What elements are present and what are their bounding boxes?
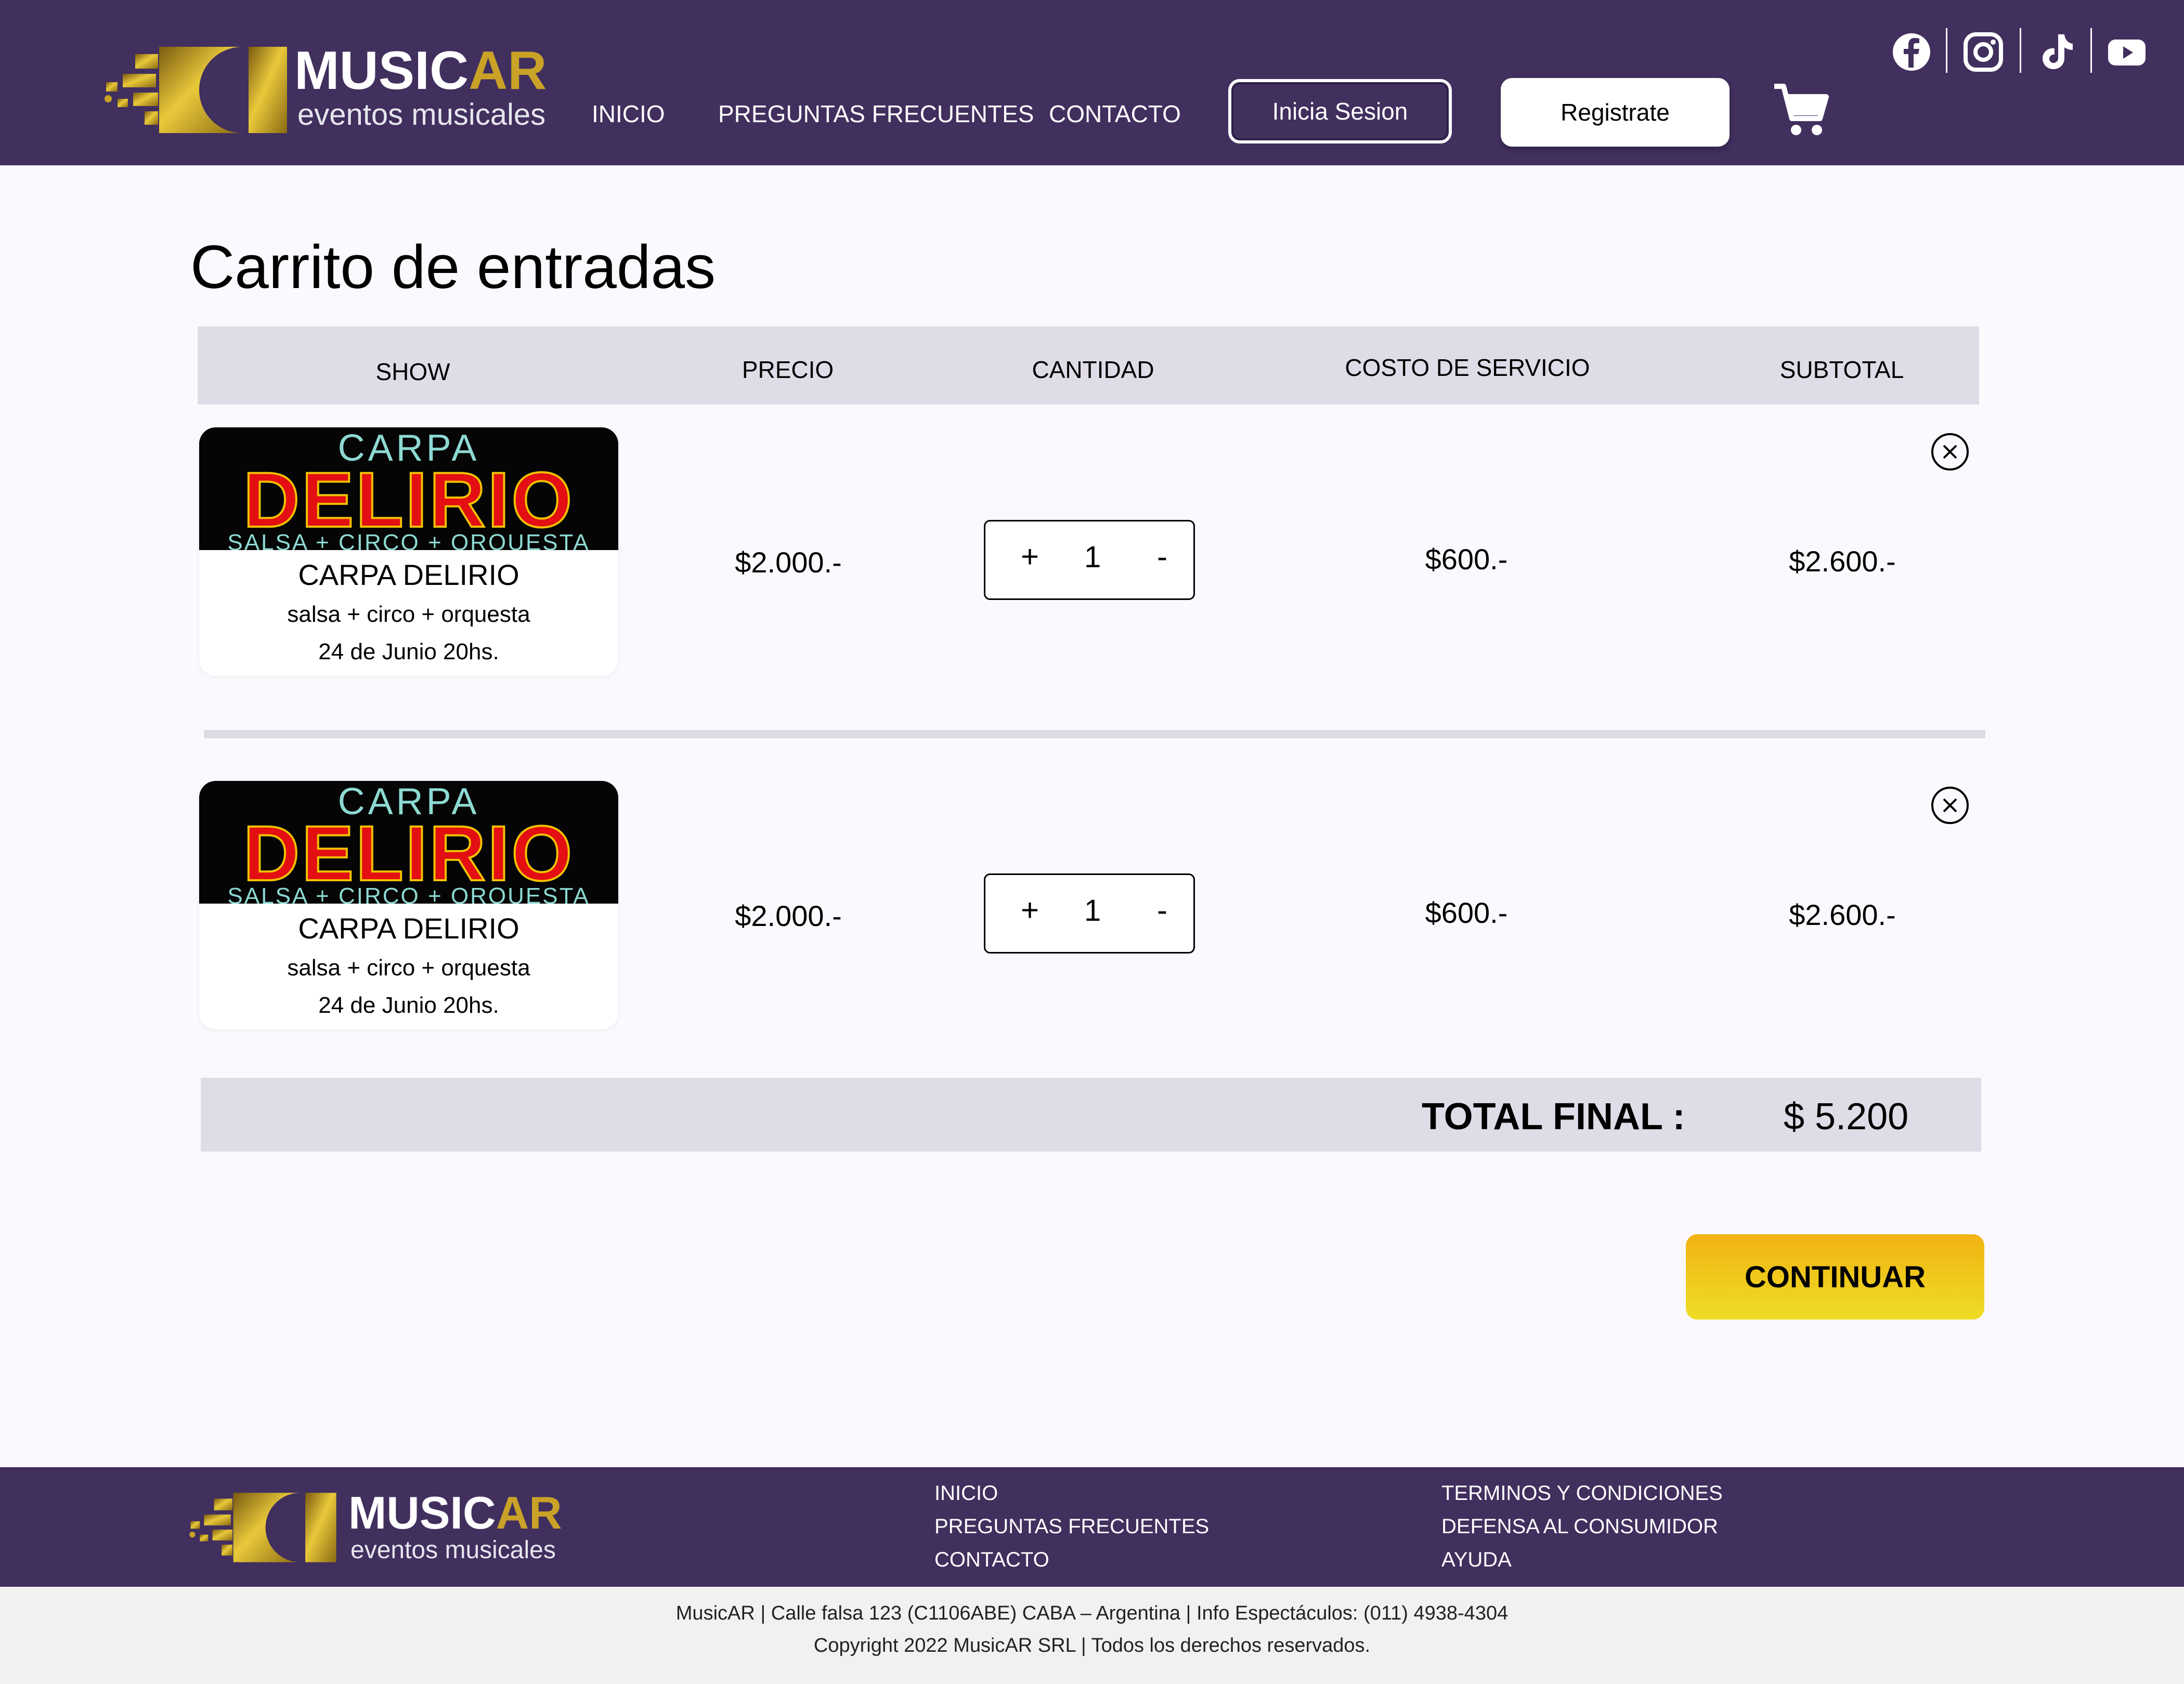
row-divider: [204, 730, 1985, 738]
youtube-icon[interactable]: [2106, 31, 2148, 73]
nav-contacto[interactable]: CONTACTO: [1049, 102, 1181, 126]
item-price: $2.000.-: [735, 899, 842, 932]
login-button[interactable]: Inicia Sesion: [1228, 79, 1452, 143]
show-description: salsa + circo + orquesta: [287, 602, 530, 627]
cart-item-row: CARPA DELIRIO SALSA + CIRCO + ORQUESTA C…: [198, 427, 1981, 677]
shopping-cart-icon[interactable]: [1771, 81, 1829, 139]
column-header-precio: PRECIO: [742, 356, 834, 383]
cart-item-row: CARPA DELIRIO SALSA + CIRCO + ORQUESTA C…: [198, 781, 1981, 1030]
column-header-costo-servicio: COSTO DE SERVICIO: [1345, 354, 1590, 381]
continue-button[interactable]: CONTINUAR: [1686, 1234, 1984, 1320]
footer-bottom-bar: MusicAR | Calle falsa 123 (C1106ABE) CAB…: [0, 1587, 2184, 1684]
site-footer: MUSICAR eventos musicales INICIO PREGUNT…: [0, 1467, 2184, 1587]
quantity-value[interactable]: 1: [1084, 896, 1101, 926]
social-separator: [2020, 28, 2021, 73]
header-logo[interactable]: MUSICAR eventos musicales: [102, 43, 560, 136]
footer-link-preguntas-frecuentes[interactable]: PREGUNTAS FRECUENTES: [934, 1516, 1209, 1537]
footer-link-defensa-consumidor[interactable]: DEFENSA AL CONSUMIDOR: [1441, 1516, 1718, 1537]
social-separator: [2090, 28, 2092, 73]
footer-link-ayuda[interactable]: AYUDA: [1441, 1549, 1512, 1570]
total-value: $ 5.200: [1784, 1096, 1909, 1138]
nav-inicio[interactable]: INICIO: [592, 102, 665, 126]
footer-link-terminos[interactable]: TERMINOS Y CONDICIONES: [1441, 1483, 1723, 1504]
show-card[interactable]: CARPA DELIRIO SALSA + CIRCO + ORQUESTA C…: [199, 781, 618, 1029]
total-label: TOTAL FINAL :: [1422, 1096, 1685, 1138]
remove-item-icon[interactable]: [1931, 433, 1969, 471]
ticket-logo-icon: [105, 47, 287, 133]
poster-bottom-text: SALSA + CIRCO + ORQUESTA: [227, 530, 590, 551]
total-bar: [201, 1078, 1981, 1152]
column-header-cantidad: CANTIDAD: [1032, 356, 1154, 383]
quantity-increase-button[interactable]: +: [1021, 541, 1039, 572]
item-subtotal: $2.600.-: [1789, 898, 1896, 931]
item-price: $2.000.-: [735, 546, 842, 579]
footer-link-contacto[interactable]: CONTACTO: [934, 1549, 1049, 1570]
register-button[interactable]: Registrate: [1501, 78, 1730, 147]
brand-name: MUSICAR: [294, 41, 547, 101]
show-date: 24 de Junio 20hs.: [318, 639, 499, 664]
show-description: salsa + circo + orquesta: [287, 955, 530, 981]
quantity-increase-button[interactable]: +: [1021, 895, 1039, 926]
site-header: MUSICAR eventos musicales INICIO PREGUNT…: [0, 0, 2184, 165]
social-separator: [1946, 28, 1947, 73]
quantity-value[interactable]: 1: [1084, 542, 1101, 572]
brand-name: MUSICAR: [348, 1487, 562, 1538]
item-subtotal: $2.600.-: [1789, 545, 1896, 578]
quantity-decrease-button[interactable]: -: [1157, 895, 1167, 926]
poster-main-text: DELIRIO: [242, 810, 575, 897]
poster-main-text: DELIRIO: [242, 456, 575, 543]
ticket-logo-icon: [189, 1493, 336, 1562]
show-name: CARPA DELIRIO: [298, 912, 519, 945]
column-header-subtotal: SUBTOTAL: [1779, 356, 1904, 383]
cart-table-header: SHOW PRECIO CANTIDAD COSTO DE SERVICIO S…: [198, 327, 1979, 404]
nav-preguntas-frecuentes[interactable]: PREGUNTAS FRECUENTES: [718, 102, 1034, 126]
footer-copyright: Copyright 2022 MusicAR SRL | Todos los d…: [813, 1635, 1371, 1656]
show-card[interactable]: CARPA DELIRIO SALSA + CIRCO + ORQUESTA C…: [199, 427, 618, 676]
footer-link-inicio[interactable]: INICIO: [934, 1483, 998, 1504]
brand-tagline: eventos musicales: [297, 98, 546, 132]
page-title: Carrito de entradas: [190, 233, 716, 302]
show-poster: CARPA DELIRIO SALSA + CIRCO + ORQUESTA: [199, 781, 618, 904]
poster-bottom-text: SALSA + CIRCO + ORQUESTA: [227, 883, 590, 904]
show-date: 24 de Junio 20hs.: [318, 993, 499, 1018]
show-poster: CARPA DELIRIO SALSA + CIRCO + ORQUESTA: [199, 427, 618, 550]
facebook-icon[interactable]: [1891, 31, 1932, 73]
quantity-stepper: + 1 -: [984, 520, 1195, 600]
service-cost: $600.-: [1425, 896, 1508, 929]
remove-item-icon[interactable]: [1931, 786, 1969, 825]
service-cost: $600.-: [1425, 543, 1508, 576]
quantity-decrease-button[interactable]: -: [1157, 541, 1167, 572]
footer-logo[interactable]: MUSICAR eventos musicales: [187, 1490, 572, 1568]
column-header-show: SHOW: [375, 358, 450, 385]
brand-tagline: eventos musicales: [350, 1536, 556, 1564]
footer-info: MusicAR | Calle falsa 123 (C1106ABE) CAB…: [675, 1602, 1509, 1624]
quantity-stepper: + 1 -: [984, 873, 1195, 954]
tiktok-icon[interactable]: [2036, 31, 2078, 73]
show-name: CARPA DELIRIO: [298, 558, 519, 591]
instagram-icon[interactable]: [1962, 31, 2004, 73]
